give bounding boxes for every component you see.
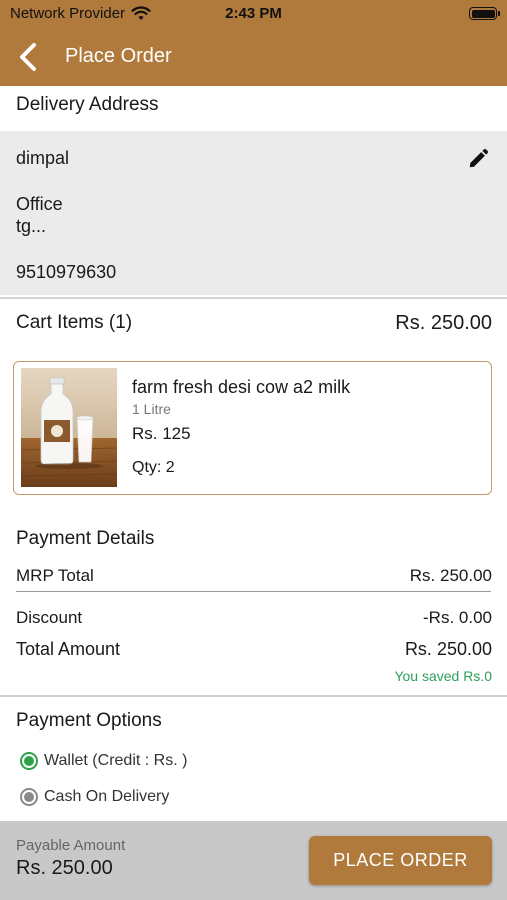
mrp-total-row: MRP Total Rs. 250.00 <box>16 566 492 586</box>
radio-selected-icon[interactable] <box>20 752 38 770</box>
cart-title: Cart Items (1) <box>16 312 133 333</box>
cart-item[interactable]: farm fresh desi cow a2 milk 1 Litre Rs. … <box>13 361 492 495</box>
savings-text: You saved Rs.0 <box>394 668 492 684</box>
payment-divider <box>16 591 491 592</box>
chevron-left-icon <box>20 43 36 71</box>
page-title: Place Order <box>65 45 172 67</box>
product-quantity: Qty: 2 <box>132 459 175 476</box>
payable-amount-label: Payable Amount <box>16 837 126 854</box>
status-bar: Network Provider 2:43 PM <box>0 0 507 28</box>
payment-details-title: Payment Details <box>16 528 155 549</box>
product-image <box>21 368 117 487</box>
product-unit: 1 Litre <box>132 401 171 417</box>
battery-icon <box>469 7 500 20</box>
pencil-icon[interactable] <box>467 148 489 170</box>
status-time: 2:43 PM <box>225 5 282 22</box>
address-line: tg... <box>16 216 47 236</box>
delivery-address-title: Delivery Address <box>16 94 159 115</box>
address-name: dimpal <box>16 148 70 168</box>
payment-option-label: Wallet (Credit : Rs. ) <box>44 752 188 769</box>
total-amount-label: Total Amount <box>16 639 121 659</box>
discount-row: Discount -Rs. 0.00 <box>16 608 492 628</box>
payment-option-cod[interactable]: Cash On Delivery <box>20 788 169 806</box>
product-price: Rs. 125 <box>132 424 191 443</box>
address-phone: 9510979630 <box>16 262 117 282</box>
delivery-address-card: dimpal Office tg... 9510979630 <box>0 131 507 295</box>
payment-option-label: Cash On Delivery <box>44 788 170 805</box>
nav-bar: Place Order <box>0 28 507 86</box>
section-divider <box>0 695 507 697</box>
total-amount-row: Total Amount Rs. 250.00 <box>16 639 492 660</box>
place-order-button[interactable]: PLACE ORDER <box>309 836 492 885</box>
back-button[interactable] <box>12 39 44 75</box>
mrp-total-value: Rs. 250.00 <box>409 566 492 585</box>
mrp-total-label: MRP Total <box>16 566 94 585</box>
product-name: farm fresh desi cow a2 milk <box>132 377 351 397</box>
payment-options-title: Payment Options <box>16 710 162 731</box>
discount-label: Discount <box>16 608 83 627</box>
total-amount-value: Rs. 250.00 <box>404 639 492 659</box>
radio-icon[interactable] <box>20 788 38 806</box>
section-divider <box>0 297 507 299</box>
cart-header: Cart Items (1) Rs. 250.00 <box>16 312 492 334</box>
checkout-bar: Payable Amount Rs. 250.00 PLACE ORDER <box>0 821 507 900</box>
cart-total: Rs. 250.00 <box>395 312 492 334</box>
discount-value: -Rs. 0.00 <box>423 608 492 627</box>
payable-amount-value: Rs. 250.00 <box>16 857 113 879</box>
payment-option-wallet[interactable]: Wallet (Credit : Rs. ) <box>20 752 187 770</box>
address-type: Office <box>16 194 63 214</box>
